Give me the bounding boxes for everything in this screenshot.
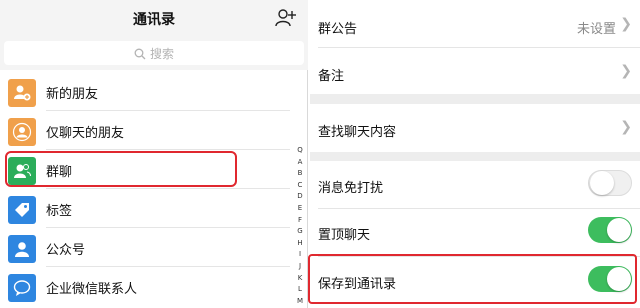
chat-bubble-icon [8,274,36,302]
index-letter[interactable]: G [294,226,306,238]
index-letter[interactable]: D [294,191,306,203]
setting-label: 查找聊天内容 [318,125,397,140]
setting-label: 消息免打扰 [318,181,384,196]
index-letter[interactable]: C [294,180,306,192]
contact-item-label: 企业微信联系人 [46,282,138,297]
settings-card-info: 群公告 未设置 ❯ 备注 ❯ [310,0,640,94]
chevron-right-icon: ❯ [620,63,632,79]
contact-item-label: 仅聊天的朋友 [46,126,125,141]
setting-pin: 置顶聊天 [310,209,640,256]
index-letter[interactable]: Q [294,145,306,157]
index-letter[interactable]: J [294,261,306,273]
contact-item-chat-only-friends[interactable]: 仅聊天的朋友 [0,111,290,150]
index-letter[interactable]: E [294,203,306,215]
contacts-header: 通讯录 [0,0,308,38]
search-input[interactable]: 搜索 [4,41,304,65]
setting-label: 置顶聊天 [318,228,371,243]
chevron-right-icon: ❯ [620,119,632,135]
tag-icon [8,196,36,224]
setting-announcement[interactable]: 群公告 未设置 ❯ [310,0,640,47]
search-bar: 搜索 [0,38,308,70]
contact-item-label: 公众号 [46,243,86,258]
index-letter[interactable]: L [294,284,306,296]
person-plus-icon[interactable] [275,8,297,28]
index-letter[interactable]: A [294,157,306,169]
search-icon [134,48,146,60]
contact-item-tags[interactable]: 标签 [0,189,290,228]
index-letter[interactable]: B [294,168,306,180]
index-letter[interactable]: I [294,249,306,261]
index-letter[interactable]: K [294,273,306,285]
contact-item-official-accounts[interactable]: 公众号 [0,228,290,267]
setting-label: 群公告 [318,22,358,37]
contact-list: 新的朋友 仅聊天的朋友 群聊 标签 公众号 企业微信联系人 [0,72,290,306]
contact-item-label: 标签 [46,204,73,219]
group-settings-panel: 群公告 未设置 ❯ 备注 ❯ 查找聊天内容 ❯ 消息免打扰 置顶聊天 保存到通讯… [308,0,640,308]
person-add-icon [8,79,36,107]
index-letter[interactable]: M [294,296,306,308]
index-letter[interactable]: F [294,215,306,227]
contact-item-label: 新的朋友 [46,87,99,102]
highlight-box-save-to-contacts [308,254,637,304]
mute-toggle[interactable] [588,170,632,196]
setting-mute: 消息免打扰 [310,161,640,208]
pin-toggle[interactable] [588,217,632,243]
person-icon [8,118,36,146]
search-placeholder: 搜索 [149,47,174,61]
alphabet-index[interactable]: Q A B C D E F G H I J K L M N [294,145,306,308]
page-title: 通讯录 [133,12,175,28]
contacts-panel: 通讯录 搜索 新的朋友 仅聊天的朋友 群聊 标签 公众号 企业微信联系人 Q A… [0,0,308,308]
setting-label: 备注 [318,69,345,84]
highlight-box-group-chats [5,151,237,187]
index-letter[interactable]: H [294,238,306,250]
person-icon [8,235,36,263]
setting-remark[interactable]: 备注 ❯ [310,48,640,94]
contact-item-wecom-contacts[interactable]: 企业微信联系人 [0,267,290,306]
setting-search-history[interactable]: 查找聊天内容 ❯ [310,104,640,152]
setting-value: 未设置 [576,22,616,37]
chevron-right-icon: ❯ [620,16,632,32]
contact-item-new-friends[interactable]: 新的朋友 [0,72,290,111]
